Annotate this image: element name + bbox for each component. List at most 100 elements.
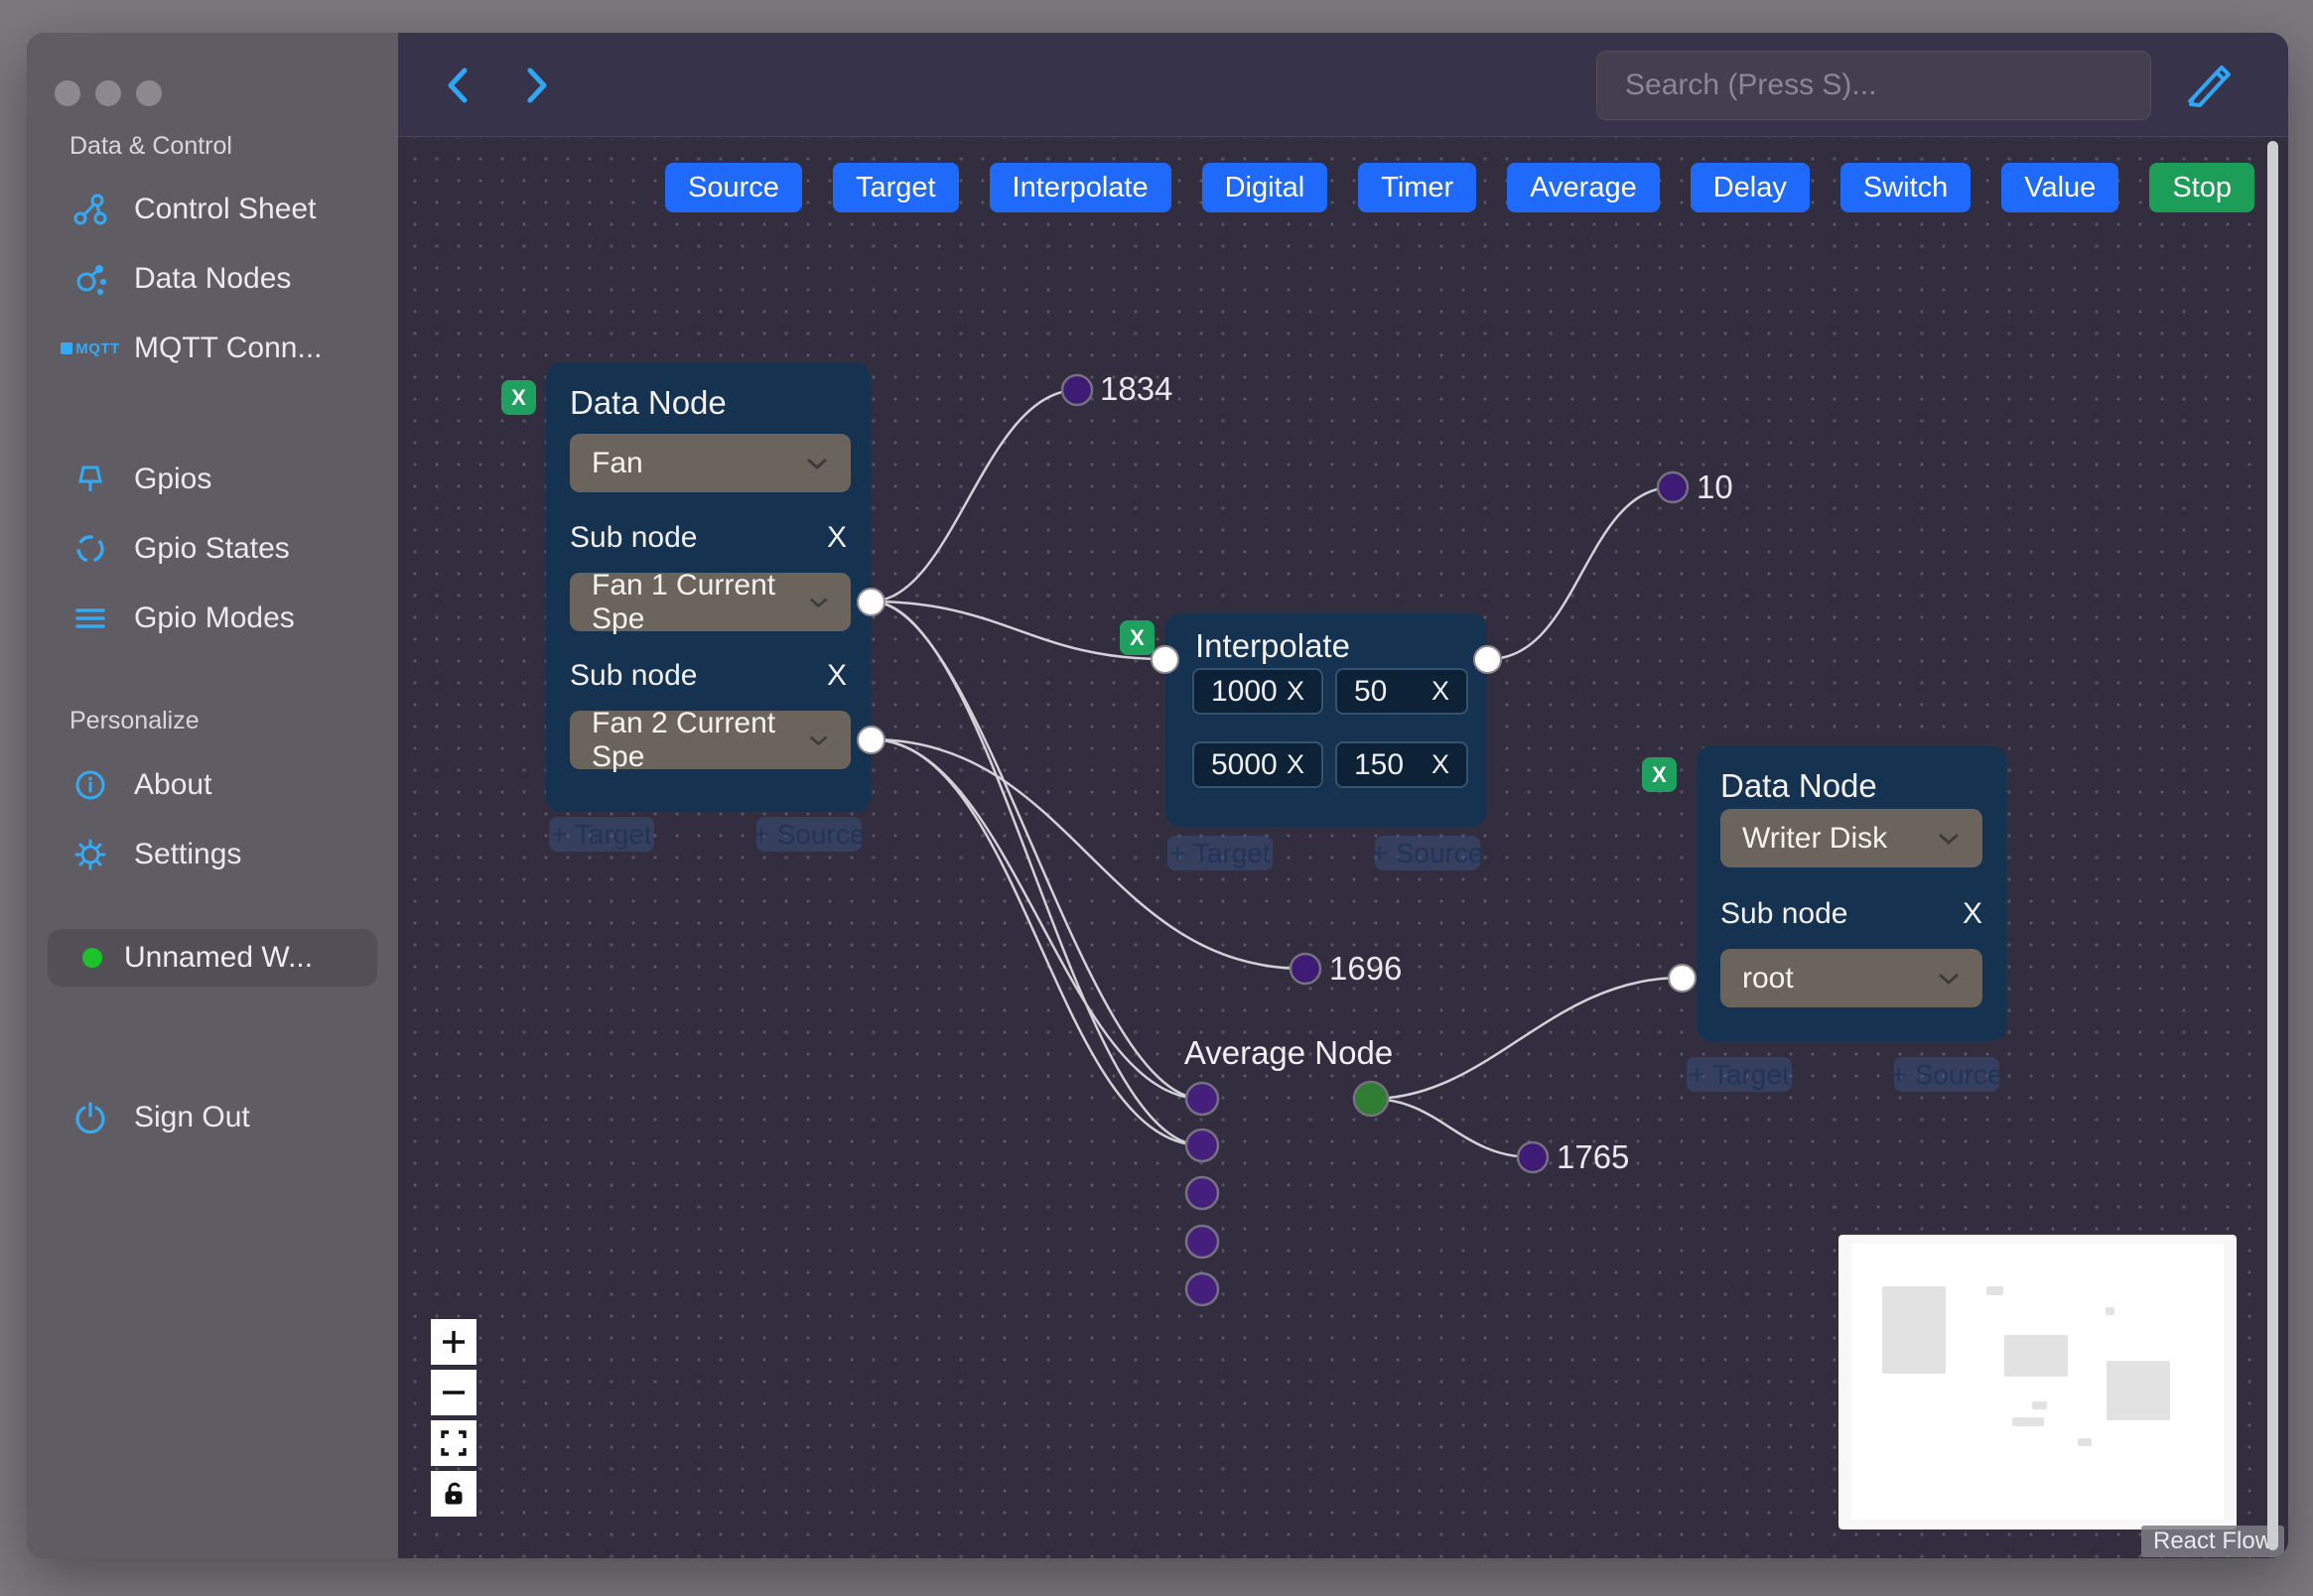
- clear-input-button[interactable]: X: [1287, 676, 1304, 707]
- add-source-button[interactable]: Source: [665, 163, 802, 212]
- edge-interpolate-to-10[interactable]: [1488, 485, 1674, 661]
- writer-sub-select[interactable]: root: [1720, 949, 1982, 1007]
- interpolate-add-target-pill[interactable]: + Target: [1167, 836, 1273, 870]
- interpolate-input-1[interactable]: 1000 X: [1192, 668, 1323, 715]
- zoom-window-button[interactable]: [136, 80, 162, 106]
- remove-sub-node-button[interactable]: X: [827, 521, 847, 555]
- average-output-handle[interactable]: [1352, 1080, 1390, 1118]
- fan-add-target-pill[interactable]: + Target: [549, 817, 654, 852]
- pin-icon: [69, 462, 111, 497]
- remove-sub-node-button[interactable]: X: [1963, 897, 1982, 931]
- add-average-button[interactable]: Average: [1507, 163, 1660, 212]
- sidebar-item-gpio-states[interactable]: Gpio States: [69, 531, 290, 567]
- sidebar-item-gpios[interactable]: Gpios: [69, 462, 211, 497]
- vertical-scrollbar[interactable]: [2267, 141, 2278, 1550]
- fan-sub1-source-handle[interactable]: [857, 588, 885, 616]
- sidebar-item-gpio-modes[interactable]: Gpio Modes: [69, 600, 295, 636]
- delete-fan-node-button[interactable]: X: [501, 380, 536, 415]
- minimap[interactable]: [1838, 1235, 2237, 1530]
- sidebar-item-label: Data Nodes: [134, 262, 292, 295]
- sidebar-item-label: About: [134, 768, 212, 801]
- sub-node-row: Sub node X: [570, 659, 847, 693]
- edge-fan1-to-1834[interactable]: [870, 388, 1078, 603]
- sidebar-item-workspace[interactable]: Unnamed W...: [48, 929, 377, 987]
- writer-target-handle[interactable]: [1668, 964, 1697, 993]
- interpolate-add-source-pill[interactable]: + Source: [1372, 836, 1483, 870]
- fan-sub2-select[interactable]: Fan 2 Current Spe: [570, 707, 851, 773]
- back-button[interactable]: [438, 59, 477, 112]
- info-icon: [69, 767, 111, 803]
- sidebar-item-mqtt[interactable]: MQTT MQTT Conn...: [69, 332, 323, 365]
- delete-writer-node-button[interactable]: X: [1642, 757, 1677, 792]
- sidebar-item-about[interactable]: About: [69, 767, 211, 803]
- add-timer-button[interactable]: Timer: [1358, 163, 1477, 212]
- average-input-handle-4[interactable]: [1184, 1224, 1220, 1260]
- clear-input-button[interactable]: X: [1431, 749, 1449, 780]
- fan-sub1-select[interactable]: Fan 1 Current Spe: [570, 569, 851, 635]
- writer-add-source-pill[interactable]: + Source: [1891, 1057, 2002, 1092]
- sidebar-item-data-nodes[interactable]: Data Nodes: [69, 261, 291, 297]
- clear-input-button[interactable]: X: [1431, 676, 1449, 707]
- edge-average-to-1765[interactable]: [1370, 1097, 1534, 1159]
- interpolate-input-4[interactable]: 150 X: [1335, 741, 1468, 788]
- forward-button[interactable]: [517, 59, 557, 112]
- stop-button[interactable]: Stop: [2149, 163, 2254, 212]
- fit-view-button[interactable]: [431, 1420, 476, 1466]
- minimap-node-10: [2106, 1307, 2114, 1315]
- fan-add-source-pill[interactable]: + Source: [753, 817, 865, 852]
- window-traffic-lights[interactable]: [55, 80, 162, 106]
- sidebar-item-settings[interactable]: Settings: [69, 837, 241, 872]
- average-input-handle-2[interactable]: [1184, 1128, 1220, 1163]
- writer-node-select[interactable]: Writer Disk: [1720, 809, 1982, 867]
- edge-fan1-to-average-2[interactable]: [870, 599, 1203, 1147]
- add-delay-button[interactable]: Delay: [1690, 163, 1810, 212]
- edge-average-to-writer[interactable]: [1370, 976, 1683, 1101]
- interpolate-input-2[interactable]: 50 X: [1335, 668, 1468, 715]
- chevron-down-icon: [809, 597, 828, 607]
- add-value-button[interactable]: Value: [2001, 163, 2119, 212]
- edge-fan2-to-average-1[interactable]: [870, 737, 1203, 1101]
- sidebar-item-label: Gpios: [134, 463, 212, 495]
- value-dot-1696[interactable]: [1289, 952, 1322, 986]
- writer-data-node[interactable]: Data Node Writer Disk Sub node X root: [1668, 745, 2006, 1041]
- value-dot-1834[interactable]: [1060, 373, 1094, 407]
- flow-canvas[interactable]: Source Target Interpolate Digital Timer …: [398, 138, 2288, 1558]
- fan-node-select[interactable]: Fan: [570, 434, 851, 492]
- add-interpolate-button[interactable]: Interpolate: [989, 163, 1171, 212]
- average-input-handle-5[interactable]: [1184, 1271, 1220, 1307]
- edit-pencil-icon[interactable]: [2179, 55, 2235, 115]
- sub-node-row: Sub node X: [570, 521, 847, 555]
- value-dot-10[interactable]: [1656, 470, 1690, 504]
- add-target-button[interactable]: Target: [832, 163, 959, 212]
- average-input-handle-3[interactable]: [1184, 1175, 1220, 1211]
- sidebar-section-data-control: Data & Control: [69, 132, 232, 160]
- menu-lines-icon: [69, 600, 111, 636]
- minimize-window-button[interactable]: [95, 80, 121, 106]
- fan-data-node[interactable]: Data Node Fan Sub node X Fan 1 Current S…: [546, 362, 885, 812]
- clear-input-button[interactable]: X: [1287, 749, 1304, 780]
- zoom-in-button[interactable]: [431, 1319, 476, 1365]
- fan-sub2-source-handle[interactable]: [857, 726, 885, 754]
- edge-fan1-to-average-1[interactable]: [870, 599, 1203, 1101]
- interpolate-source-handle[interactable]: [1473, 645, 1502, 674]
- interpolate-input-3[interactable]: 5000 X: [1192, 741, 1323, 788]
- average-input-handle-1[interactable]: [1184, 1081, 1220, 1117]
- app-window: Data & Control Control Sheet Data Nodes: [27, 33, 2288, 1558]
- remove-sub-node-button[interactable]: X: [827, 659, 847, 693]
- interpolate-target-handle[interactable]: [1151, 645, 1179, 674]
- sidebar-item-sign-out[interactable]: Sign Out: [69, 1100, 250, 1135]
- sidebar-item-label: MQTT Conn...: [134, 332, 323, 364]
- delete-interpolate-node-button[interactable]: X: [1120, 620, 1155, 655]
- lock-button[interactable]: [431, 1471, 476, 1517]
- search-input[interactable]: [1596, 51, 2151, 120]
- control-sheet-icon: [69, 192, 111, 227]
- writer-add-target-pill[interactable]: + Target: [1687, 1057, 1792, 1092]
- add-digital-button[interactable]: Digital: [1201, 163, 1328, 212]
- close-window-button[interactable]: [55, 80, 80, 106]
- interpolate-node[interactable]: Interpolate 1000 X 50 X 5000 X 150 X: [1151, 613, 1502, 827]
- edge-fan2-to-average-2[interactable]: [870, 737, 1203, 1147]
- zoom-out-button[interactable]: [431, 1370, 476, 1415]
- add-switch-button[interactable]: Switch: [1839, 163, 1972, 212]
- sidebar-item-control-sheet[interactable]: Control Sheet: [69, 192, 316, 227]
- value-dot-1765[interactable]: [1516, 1140, 1550, 1174]
